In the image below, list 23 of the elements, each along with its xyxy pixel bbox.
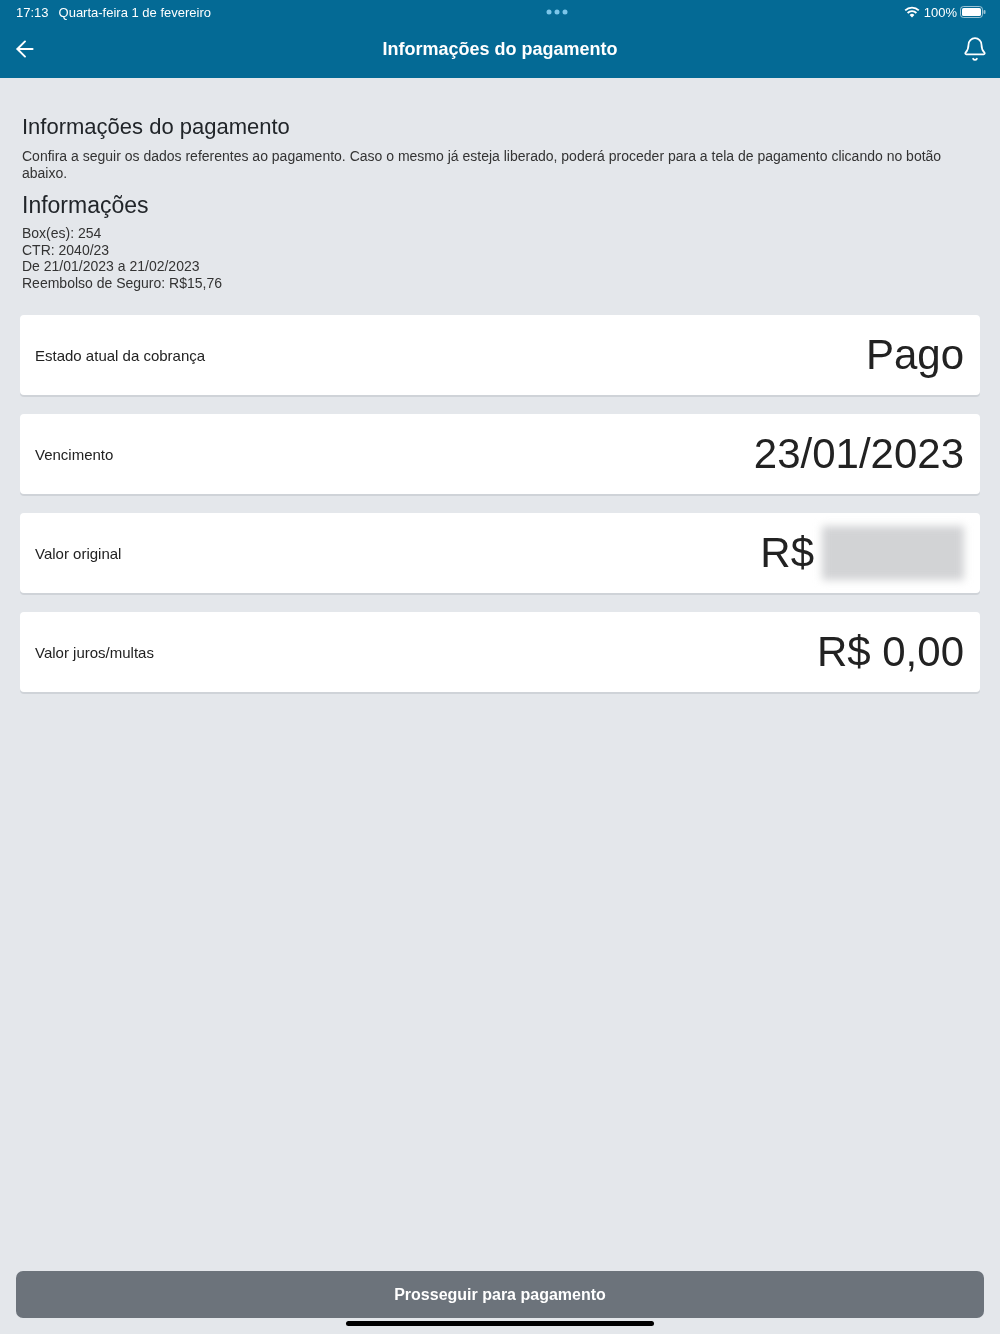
status-date: Quarta-feira 1 de fevereiro (58, 4, 211, 20)
notification-bell-icon[interactable] (962, 36, 988, 62)
card-value: R$ (760, 529, 814, 577)
card-label: Estado atual da cobrança (35, 346, 207, 364)
card-value: Pago (865, 331, 964, 379)
section-title: Informações do pagamento (22, 114, 291, 140)
header-title: Informações do pagamento (381, 38, 619, 60)
card-label: Valor original (35, 544, 123, 562)
battery-percent: 100% (923, 4, 957, 20)
card-value: 23/01/2023 (753, 430, 964, 478)
detail-line: Box(es): 254 (22, 225, 103, 242)
more-dots-icon[interactable] (546, 9, 569, 15)
detail-line: De 21/01/2023 a 21/02/2023 (22, 258, 201, 275)
card-value: R$ 0,00 (816, 628, 964, 676)
detail-line: Reembolso de Seguro: R$15,76 (22, 274, 224, 291)
card-label: Valor juros/multas (35, 643, 155, 661)
card-label: Vencimento (35, 445, 115, 463)
status-time: 17:13 (16, 4, 49, 20)
details-title: Informações (22, 192, 150, 219)
intro-text: Confira a seguir os dados referentes ao pagamento. Caso o mesmo já esteja liberado, poderá proceder para a tela de pagamento clicando no botão abaixo. (22, 148, 943, 182)
detail-line: CTR: 2040/23 (22, 241, 111, 258)
battery-icon (960, 6, 986, 18)
wifi-icon (903, 6, 920, 18)
